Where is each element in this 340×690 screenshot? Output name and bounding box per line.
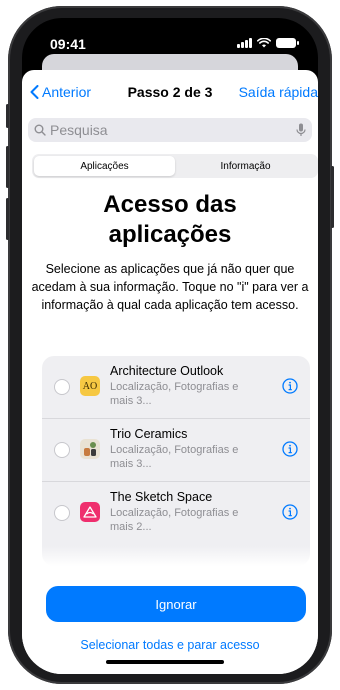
search-placeholder: Pesquisa <box>50 122 108 138</box>
bottom-action-panel: Ignorar Selecionar todas e parar acesso <box>22 546 318 674</box>
tab-information[interactable]: Informação <box>175 156 316 176</box>
battery-icon <box>276 38 299 48</box>
action-button <box>6 104 9 128</box>
sketch-space-app-icon <box>80 502 100 522</box>
safety-check-sheet: Anterior Passo 2 de 3 Saída rápida Pesqu… <box>22 70 318 674</box>
microphone-icon[interactable] <box>296 123 306 137</box>
search-icon <box>34 124 46 136</box>
select-radio[interactable] <box>54 379 70 395</box>
select-radio[interactable] <box>54 442 70 458</box>
app-list: AO Architecture Outlook Localização, Fot… <box>42 356 310 566</box>
status-time: 09:41 <box>50 36 86 52</box>
app-permissions: Localização, Fotografias e mais 3... <box>110 444 239 470</box>
quick-exit-button[interactable]: Saída rápida <box>239 84 318 100</box>
app-row-architecture-outlook[interactable]: AO Architecture Outlook Localização, Fot… <box>42 356 310 419</box>
home-indicator <box>106 660 224 664</box>
ignore-button[interactable]: Ignorar <box>46 586 306 622</box>
back-button[interactable]: Anterior <box>30 84 91 100</box>
description-text: Selecione as aplicações que já não quer … <box>31 262 309 312</box>
heading-line-2: aplicações <box>108 221 232 248</box>
volume-down-button <box>6 198 9 240</box>
scroll-fade <box>22 546 318 566</box>
app-permissions: Localização, Fotografias e mais 3... <box>110 381 239 407</box>
ceramics-icon <box>84 442 96 456</box>
architecture-outlook-app-icon: AO <box>80 376 100 396</box>
wifi-icon <box>257 38 271 48</box>
info-icon[interactable] <box>282 378 298 394</box>
tab-applications[interactable]: Aplicações <box>34 156 175 176</box>
power-button <box>331 166 334 228</box>
sketch-icon <box>83 506 97 518</box>
dynamic-island <box>130 28 210 52</box>
page-heading: Acesso das aplicações <box>22 190 318 250</box>
segmented-control: Aplicações Informação <box>32 154 318 178</box>
info-icon[interactable] <box>282 441 298 457</box>
volume-up-button <box>6 146 9 188</box>
chevron-left-icon <box>30 85 39 99</box>
status-icons <box>237 38 299 48</box>
app-row-sketch-space[interactable]: The Sketch Space Localização, Fotografia… <box>42 482 310 544</box>
app-row-trio-ceramics[interactable]: Trio Ceramics Localização, Fotografias e… <box>42 419 310 482</box>
select-radio[interactable] <box>54 505 70 521</box>
trio-ceramics-app-icon <box>80 439 100 459</box>
app-name: Trio Ceramics <box>110 427 188 441</box>
cellular-signal-icon <box>237 38 252 48</box>
info-icon[interactable] <box>282 504 298 520</box>
select-all-stop-access-button[interactable]: Selecionar todas e parar acesso <box>22 638 318 652</box>
phone-screen: 09:41 Anterior Passo 2 de 3 Saída rápida… <box>22 18 318 674</box>
navigation-bar: Anterior Passo 2 de 3 Saída rápida <box>22 82 318 106</box>
app-permissions: Localização, Fotografias e mais 2... <box>110 507 239 533</box>
back-button-label: Anterior <box>42 84 92 100</box>
app-name: Architecture Outlook <box>110 364 224 378</box>
heading-line-1: Acesso das <box>103 191 237 218</box>
search-field[interactable]: Pesquisa <box>28 118 312 142</box>
app-name: The Sketch Space <box>110 490 213 504</box>
